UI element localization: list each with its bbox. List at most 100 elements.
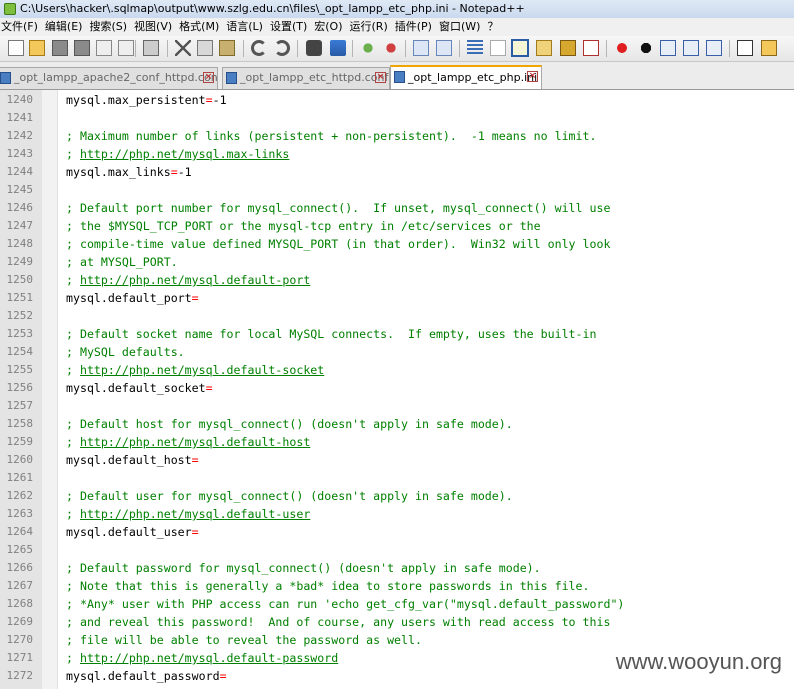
code-line[interactable]: 1254 ; MySQL defaults. — [0, 343, 794, 361]
code-line[interactable]: 1240 mysql.max_persistent=-1 — [0, 91, 794, 109]
code-line[interactable]: 1251 mysql.default_port= — [0, 289, 794, 307]
window-title: C:\Users\hacker\.sqlmap\output\www.szlg.… — [20, 2, 525, 15]
tab-2[interactable]: _opt_lampp_etc_php.ini × — [390, 65, 542, 89]
code-line[interactable]: 1268 ; *Any* user with PHP access can run… — [0, 595, 794, 613]
sync-vertical-icon[interactable] — [413, 40, 429, 56]
code-line[interactable]: 1270 ; file will be able to reveal the pa… — [0, 631, 794, 649]
menu-item-1[interactable]: 编辑(E) — [44, 18, 89, 36]
close-tab-icon[interactable]: × — [203, 72, 214, 83]
code-line[interactable]: 1248 ; compile-time value defined MYSQL_P… — [0, 235, 794, 253]
menu-item-8[interactable]: 运行(R) — [349, 18, 394, 36]
line-number: 1266 — [6, 561, 34, 574]
zoom-out-icon[interactable] — [383, 40, 399, 56]
editor[interactable]: 1240 mysql.max_persistent=-1 1241 1242; Max… — [0, 90, 794, 689]
code-line[interactable]: 1262 ; Default user for mysql_connect() (… — [0, 487, 794, 505]
doc-link[interactable]: http://php.net/mysql.default-socket — [80, 363, 324, 377]
line-number: 1250 — [6, 273, 34, 286]
menu-item-6[interactable]: 设置(T) — [269, 18, 313, 36]
code-line[interactable]: 1261 — [0, 469, 794, 487]
code-line[interactable]: 1256 mysql.default_socket= — [0, 379, 794, 397]
doc-link[interactable]: http://php.net/mysql.max-links — [80, 147, 289, 161]
menu-item-5[interactable]: 语言(L) — [225, 18, 269, 36]
cut-icon[interactable] — [175, 40, 191, 56]
redo-icon[interactable] — [274, 40, 290, 56]
config-key: mysql.max_links — [66, 165, 171, 179]
menu-item-4[interactable]: 格式(M) — [178, 18, 225, 36]
toolbar-separator — [297, 40, 298, 57]
user-lang-icon[interactable] — [536, 40, 552, 56]
code-line[interactable]: 1246 ; Default port number for mysql_conn… — [0, 199, 794, 217]
record-macro-icon[interactable] — [614, 40, 630, 56]
code-line[interactable]: 1266 ; Default password for mysql_connect… — [0, 559, 794, 577]
code-line[interactable]: 1243; http://php.net/mysql.max-links — [0, 145, 794, 163]
find-icon[interactable] — [306, 40, 322, 56]
print-icon[interactable] — [143, 40, 159, 56]
line-number: 1240 — [6, 93, 34, 106]
code-line[interactable]: 1241 — [0, 109, 794, 127]
save-icon[interactable] — [52, 40, 68, 56]
sync-horizontal-icon[interactable] — [436, 40, 452, 56]
close-all-icon[interactable] — [118, 40, 134, 56]
menu-item-2[interactable]: 搜索(S) — [88, 18, 133, 36]
menu-item-0[interactable]: 文件(F) — [0, 18, 44, 36]
code-line[interactable]: 1260 mysql.default_host= — [0, 451, 794, 469]
open-file-icon[interactable] — [29, 40, 45, 56]
paste-icon[interactable] — [219, 40, 235, 56]
code-line[interactable]: 1263; http://php.net/mysql.default-user — [0, 505, 794, 523]
code-line[interactable]: 1255; http://php.net/mysql.default-socke… — [0, 361, 794, 379]
code-line[interactable]: 1265 — [0, 541, 794, 559]
doc-link[interactable]: http://php.net/mysql.default-password — [80, 651, 338, 665]
equals-sign: = — [191, 291, 199, 305]
doc-link[interactable]: http://php.net/mysql.default-port — [80, 273, 310, 287]
doc-link[interactable]: http://php.net/mysql.default-host — [80, 435, 310, 449]
close-icon[interactable] — [96, 40, 112, 56]
tab-0[interactable]: _opt_lampp_apache2_conf_httpd.conf × — [0, 67, 218, 89]
replace-icon[interactable] — [330, 40, 346, 56]
doc-map-icon[interactable] — [560, 40, 576, 56]
plugin-icon[interactable] — [761, 40, 777, 56]
save-macro-icon[interactable] — [706, 40, 722, 56]
tab-1[interactable]: _opt_lampp_etc_httpd.conf × — [222, 67, 390, 89]
code-line[interactable]: 1249 ; at MYSQL_PORT. — [0, 253, 794, 271]
stop-macro-icon[interactable] — [638, 40, 654, 56]
menu-item-11[interactable]: ？ — [486, 18, 504, 36]
save-state-icon — [394, 71, 405, 83]
word-wrap-icon[interactable] — [467, 40, 483, 56]
indent-guide-icon[interactable] — [511, 39, 529, 57]
zoom-in-icon[interactable] — [360, 40, 376, 56]
code-line[interactable]: 1244 mysql.max_links=-1 — [0, 163, 794, 181]
spell-check-icon[interactable] — [737, 40, 753, 56]
code-line[interactable]: 1259; http://php.net/mysql.default-host — [0, 433, 794, 451]
copy-icon[interactable] — [197, 40, 213, 56]
code-line[interactable]: 1258 ; Default host for mysql_connect() (… — [0, 415, 794, 433]
new-file-icon[interactable] — [8, 40, 24, 56]
code-line[interactable]: 1242 ; Maximum number of links (persisten… — [0, 127, 794, 145]
code-line[interactable]: 1269 ; and reveal this password! And of c… — [0, 613, 794, 631]
code-line[interactable]: 1245 — [0, 181, 794, 199]
code-line[interactable]: 1267 ; Note that this is generally a *bad… — [0, 577, 794, 595]
menu-item-3[interactable]: 视图(V) — [133, 18, 178, 36]
comment-text: ; Default host for mysql_connect() (does… — [66, 417, 513, 431]
menu-item-9[interactable]: 插件(P) — [394, 18, 438, 36]
code-line[interactable]: 1247 ; the $MYSQL_TCP_PORT or the mysql-t… — [0, 217, 794, 235]
doc-link[interactable]: http://php.net/mysql.default-user — [80, 507, 310, 521]
code-line[interactable]: 1253 ; Default socket name for local MySQ… — [0, 325, 794, 343]
menu-item-10[interactable]: 窗口(W) — [438, 18, 486, 36]
line-number: 1268 — [6, 597, 34, 610]
equals-sign: = — [205, 93, 213, 107]
menu-item-7[interactable]: 宏(O) — [313, 18, 348, 36]
play-macro-icon[interactable] — [660, 40, 676, 56]
code-line[interactable]: 1257 — [0, 397, 794, 415]
function-list-icon[interactable] — [583, 40, 599, 56]
config-key: mysql.default_socket — [66, 381, 206, 395]
code-line[interactable]: 1264 mysql.default_user= — [0, 523, 794, 541]
code-line[interactable]: 1250; http://php.net/mysql.default-port — [0, 271, 794, 289]
show-all-chars-icon[interactable] — [490, 40, 506, 56]
undo-icon[interactable] — [251, 40, 267, 56]
code-line[interactable]: 1252 — [0, 307, 794, 325]
save-all-icon[interactable] — [74, 40, 90, 56]
run-macro-multiple-icon[interactable] — [683, 40, 699, 56]
line-number: 1244 — [6, 165, 34, 178]
close-tab-icon[interactable]: × — [375, 72, 386, 83]
close-tab-icon[interactable]: × — [527, 71, 538, 82]
